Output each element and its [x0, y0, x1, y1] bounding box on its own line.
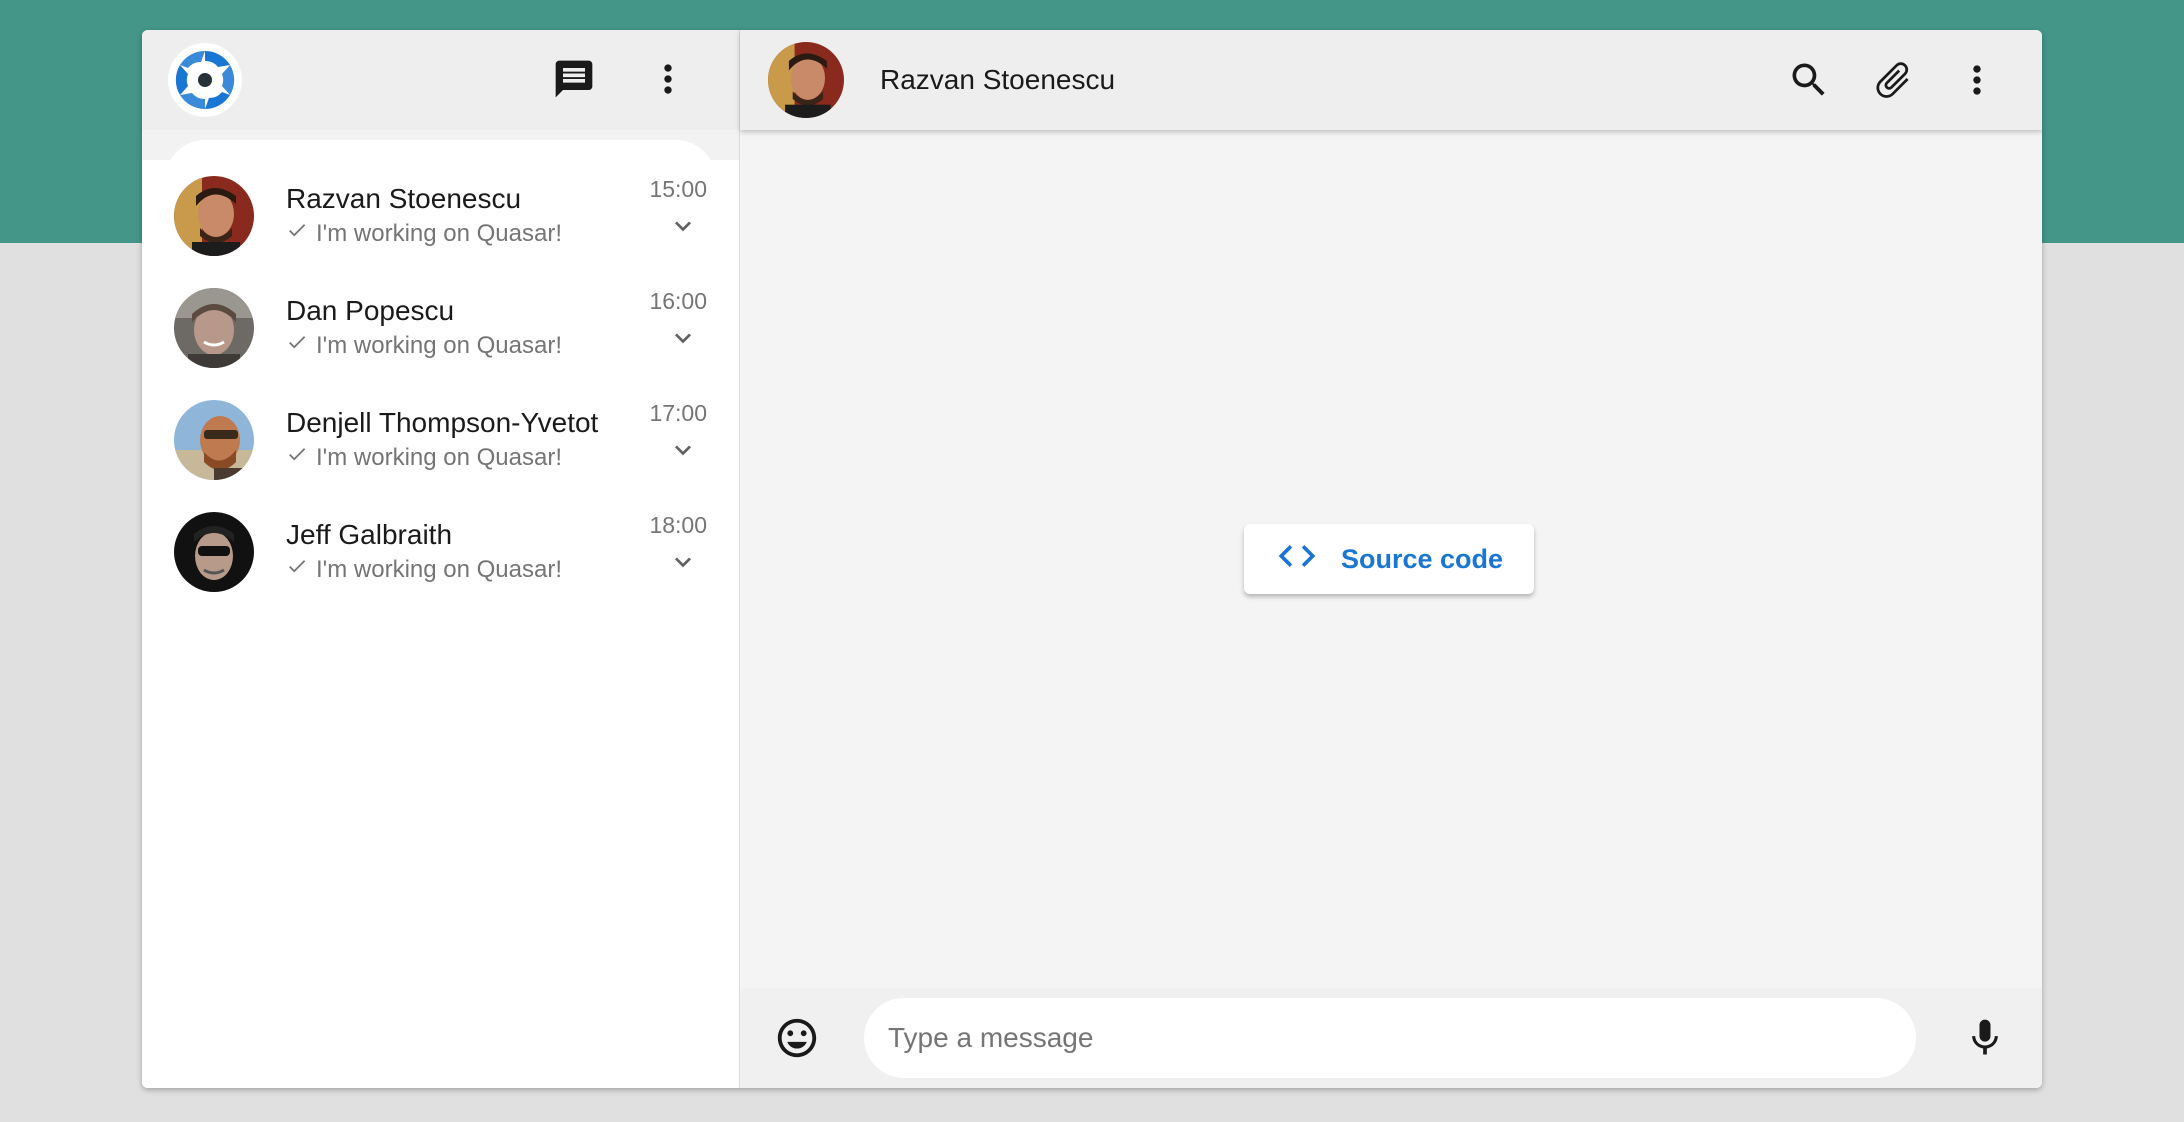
conversation-list: Razvan Stoenescu I'm working on Quasar! …	[142, 160, 739, 1088]
conversation-preview-text: I'm working on Quasar!	[316, 220, 563, 247]
chat-header: Razvan Stoenescu	[740, 30, 2042, 130]
source-code-button[interactable]: Source code	[1244, 524, 1534, 594]
avatar	[174, 288, 254, 368]
conversation-preview-text: I'm working on Quasar!	[316, 444, 563, 471]
chat-contact-name: Razvan Stoenescu	[880, 64, 1116, 95]
conversation-sidebar: Razvan Stoenescu I'm working on Quasar! …	[142, 30, 740, 1088]
conversation-item[interactable]: Dan Popescu I'm working on Quasar! 16:00	[142, 272, 739, 384]
avatar	[174, 400, 254, 480]
chat-icon[interactable]	[549, 54, 599, 104]
conversation-name: Razvan Stoenescu	[286, 183, 522, 214]
chat-panel: Razvan Stoenescu Source code	[740, 30, 2042, 1088]
more-vert-icon[interactable]	[1952, 55, 2002, 105]
code-icon	[1275, 534, 1319, 585]
attach-icon[interactable]	[1868, 55, 1918, 105]
conversation-time: 17:00	[649, 400, 707, 426]
conversation-preview-text: I'm working on Quasar!	[316, 556, 563, 583]
chat-footer	[740, 988, 2042, 1088]
chevron-down-icon[interactable]	[667, 434, 699, 471]
chevron-down-icon[interactable]	[667, 322, 699, 359]
conversation-time: 18:00	[649, 512, 707, 538]
conversation-name: Denjell Thompson-Yvetot	[286, 407, 599, 438]
conversation-item[interactable]: Denjell Thompson-Yvetot I'm working on Q…	[142, 384, 739, 496]
chat-app-window: Razvan Stoenescu I'm working on Quasar! …	[142, 30, 2042, 1088]
conversation-name: Dan Popescu	[286, 295, 455, 326]
chat-messages-area: Source code	[740, 130, 2042, 988]
conversation-time: 16:00	[649, 288, 707, 314]
search-icon[interactable]	[1784, 55, 1834, 105]
conversation-item[interactable]: Jeff Galbraith I'm working on Quasar! 18…	[142, 496, 739, 608]
check-icon	[286, 441, 308, 475]
mic-icon[interactable]	[1960, 1013, 2010, 1063]
source-code-label: Source code	[1340, 543, 1504, 574]
sidebar-header	[142, 30, 739, 130]
avatar[interactable]	[768, 42, 844, 118]
check-icon	[286, 329, 308, 363]
avatar	[174, 176, 254, 256]
message-box[interactable]	[864, 998, 1916, 1078]
message-input[interactable]	[888, 1022, 1892, 1054]
conversation-preview: I'm working on Quasar!	[286, 329, 707, 363]
chevron-down-icon[interactable]	[667, 546, 699, 583]
conversation-item[interactable]: Razvan Stoenescu I'm working on Quasar! …	[142, 160, 739, 272]
check-icon	[286, 553, 308, 587]
quasar-logo-icon[interactable]	[168, 43, 242, 117]
check-icon	[286, 217, 308, 251]
conversation-name: Jeff Galbraith	[286, 519, 453, 550]
chevron-down-icon[interactable]	[667, 210, 699, 247]
avatar	[174, 512, 254, 592]
conversation-time: 15:00	[649, 176, 707, 202]
more-vert-icon[interactable]	[643, 54, 693, 104]
conversation-preview: I'm working on Quasar!	[286, 217, 707, 251]
emoji-icon[interactable]	[772, 1013, 822, 1063]
conversation-preview: I'm working on Quasar!	[286, 553, 707, 587]
conversation-preview-text: I'm working on Quasar!	[316, 332, 563, 359]
conversation-preview: I'm working on Quasar!	[286, 441, 707, 475]
